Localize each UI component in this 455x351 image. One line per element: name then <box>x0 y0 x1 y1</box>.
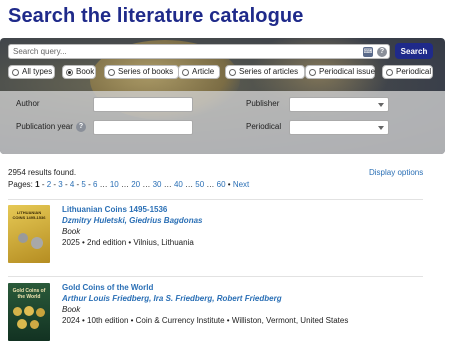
type-option-label: Periodical <box>396 67 432 76</box>
publisher-select[interactable] <box>289 97 389 112</box>
type-option-label: Series of articles <box>239 67 299 76</box>
coin-image <box>31 237 43 249</box>
book-cover-image[interactable]: LITHUANIAN COINS 1495-1536 <box>8 205 50 263</box>
type-option-book[interactable]: Book <box>62 65 96 79</box>
book-cover-image[interactable]: Gold Coins of the World <box>8 283 50 341</box>
page-link[interactable]: 50 <box>195 180 204 189</box>
results-count: 2954 results found. <box>8 168 77 177</box>
coin-image <box>13 307 22 316</box>
page-title: Search the literature catalogue <box>8 5 304 27</box>
page-link[interactable]: 2 <box>47 180 51 189</box>
page-link[interactable]: 5 <box>81 180 85 189</box>
radio-icon <box>182 69 189 76</box>
type-option-periodical-issue[interactable]: Periodical issue <box>305 65 375 79</box>
cover-title: Gold Coins of the World <box>12 288 46 300</box>
help-icon[interactable]: ? <box>76 122 86 132</box>
book-type: Book <box>62 305 81 314</box>
radio-icon <box>386 69 393 76</box>
search-panel: ⌨ ? Search All types Book Series of book… <box>0 38 445 154</box>
type-option-article[interactable]: Article <box>178 65 220 79</box>
page-link[interactable]: 60 <box>217 180 226 189</box>
type-option-label: Book <box>76 67 95 76</box>
coin-image <box>36 308 45 317</box>
type-option-all-types[interactable]: All types <box>8 65 55 79</box>
type-option-label: All types <box>22 67 53 76</box>
periodical-label: Periodical <box>246 122 282 131</box>
chevron-down-icon <box>378 103 384 107</box>
page-link[interactable]: 3 <box>58 180 62 189</box>
display-options-link[interactable]: Display options <box>369 168 423 177</box>
search-input[interactable] <box>13 46 353 57</box>
radio-icon <box>108 69 115 76</box>
radio-selected-icon <box>66 69 73 76</box>
coin-image <box>24 306 34 316</box>
book-meta: 2024 • 10th edition • Coin & Currency In… <box>62 316 349 325</box>
search-button[interactable]: Search <box>395 43 433 59</box>
cover-title: LITHUANIAN COINS 1495-1536 <box>12 210 46 220</box>
radio-icon <box>309 69 316 76</box>
type-option-label: Article <box>192 67 215 76</box>
radio-icon <box>229 69 236 76</box>
list-item: LITHUANIAN COINS 1495-1536 Lithuanian Co… <box>8 205 428 267</box>
author-label: Author <box>16 99 40 108</box>
book-meta: 2025 • 2nd edition • Vilnius, Lithuania <box>62 238 194 247</box>
page-link[interactable]: 40 <box>174 180 183 189</box>
book-type: Book <box>62 227 81 236</box>
page-link[interactable]: 6 <box>93 180 97 189</box>
divider <box>8 276 423 277</box>
author-field[interactable] <box>93 97 193 112</box>
search-box: ⌨ ? <box>8 44 390 59</box>
divider <box>8 199 423 200</box>
type-option-series-of-books[interactable]: Series of books <box>104 65 179 79</box>
list-item: Gold Coins of the World Gold Coins of th… <box>8 283 428 345</box>
page-link[interactable]: 20 <box>131 180 140 189</box>
pagination: Pages: 1 - 2 - 3 - 4 - 5 - 6 … 10 … 20 …… <box>8 180 250 189</box>
coin-image <box>30 320 39 329</box>
page-link[interactable]: 30 <box>153 180 162 189</box>
help-icon[interactable]: ? <box>377 47 387 57</box>
periodical-select[interactable] <box>289 120 389 135</box>
type-option-label: Series of books <box>118 67 174 76</box>
advanced-filters: Author Publication year ? Publisher Peri… <box>0 91 445 154</box>
current-page: 1 <box>35 180 40 189</box>
publication-year-field[interactable] <box>93 120 193 135</box>
book-authors[interactable]: Dzmitry Huletski, Giedrius Bagdonas <box>62 216 202 225</box>
book-authors[interactable]: Arthur Louis Friedberg, Ira S. Friedberg… <box>62 294 282 303</box>
type-option-label: Periodical issue <box>319 67 376 76</box>
radio-icon <box>12 69 19 76</box>
publisher-label: Publisher <box>246 99 280 108</box>
chevron-down-icon <box>378 126 384 130</box>
type-option-series-of-articles[interactable]: Series of articles <box>225 65 305 79</box>
page-link[interactable]: 4 <box>70 180 74 189</box>
type-filter: All types Book Series of books Article S… <box>8 65 438 79</box>
pages-label: Pages: <box>8 180 33 189</box>
book-title-link[interactable]: Gold Coins of the World <box>62 283 153 292</box>
publication-year-label: Publication year <box>16 122 73 131</box>
coin-image <box>18 233 28 243</box>
type-option-periodical[interactable]: Periodical <box>382 65 433 79</box>
book-title-link[interactable]: Lithuanian Coins 1495-1536 <box>62 205 167 214</box>
coin-image <box>17 319 27 329</box>
keyboard-icon[interactable]: ⌨ <box>363 47 373 57</box>
page-link[interactable]: 10 <box>110 180 119 189</box>
next-page-link[interactable]: Next <box>233 180 249 189</box>
